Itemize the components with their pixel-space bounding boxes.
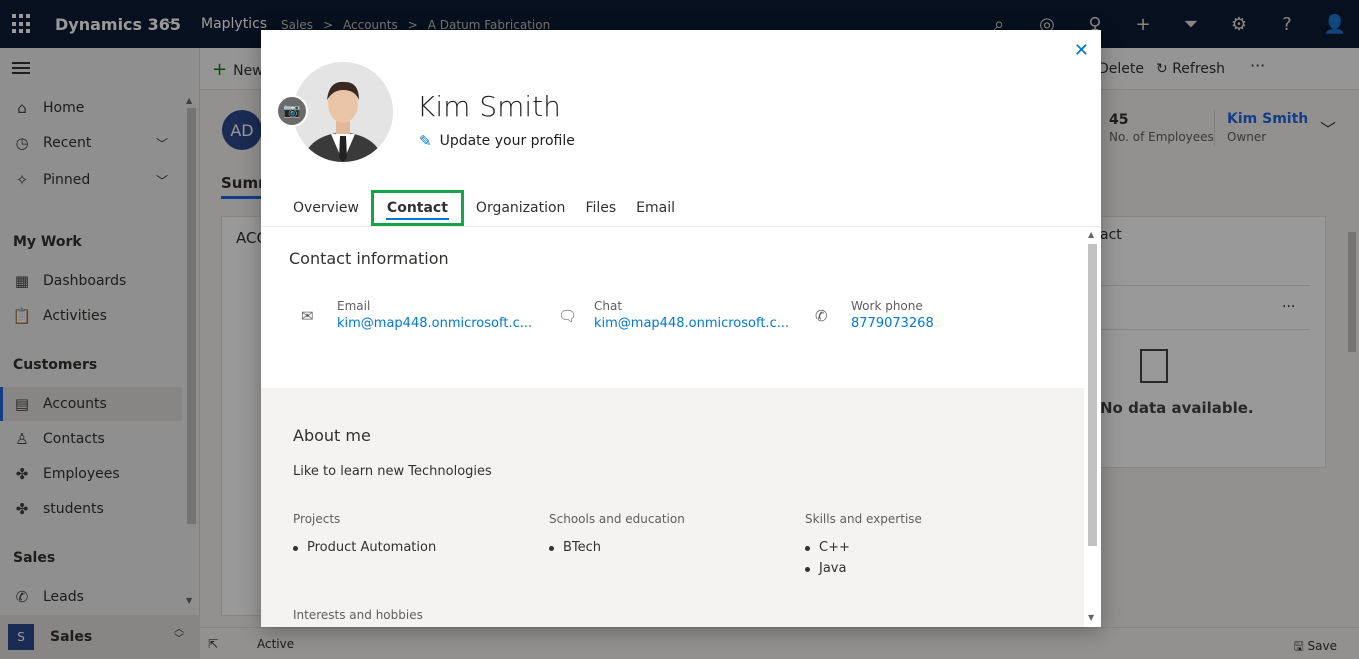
profile-dialog: ✕ 📷 Kim Smith ✎ Update your profile Over… — [261, 30, 1101, 627]
list-item: C++ — [805, 540, 922, 555]
chat-label: Chat — [594, 299, 623, 313]
tab-files[interactable]: Files — [577, 190, 624, 226]
profile-tabs: Overview Contact Organization Files Emai… — [285, 190, 687, 226]
about-me-section: About me Like to learn new Technologies … — [261, 388, 1084, 627]
close-icon[interactable]: ✕ — [1074, 40, 1089, 61]
email-link[interactable]: kim@map448.onmicrosoft.c... — [337, 316, 532, 331]
tab-overview[interactable]: Overview — [285, 190, 367, 226]
contact-information-section: Contact information ✉ Email kim@map448.o… — [261, 227, 1084, 388]
skills-column: Skills and expertise C++ Java — [805, 512, 922, 582]
work-phone-link[interactable]: 8779073268 — [851, 316, 934, 331]
chat-icon: 🗨 — [558, 307, 578, 325]
dialog-scrollbar[interactable]: ▲ ▼ — [1084, 227, 1101, 627]
work-phone-label: Work phone — [851, 299, 923, 313]
list-item: BTech — [549, 540, 685, 555]
tab-organization[interactable]: Organization — [468, 190, 574, 226]
update-profile-label: Update your profile — [439, 133, 575, 149]
list-item: Java — [805, 561, 922, 576]
scroll-up-icon[interactable]: ▲ — [1088, 230, 1094, 239]
pencil-icon: ✎ — [419, 132, 432, 150]
scroll-down-icon[interactable]: ▼ — [1088, 613, 1094, 622]
phone-icon: ✆ — [815, 307, 828, 325]
projects-label: Projects — [293, 512, 341, 526]
scrollbar-thumb[interactable] — [1088, 244, 1097, 546]
email-label: Email — [337, 299, 371, 313]
profile-photo — [293, 62, 393, 162]
profile-name: Kim Smith — [417, 90, 561, 123]
update-profile-link[interactable]: ✎ Update your profile — [419, 132, 575, 150]
tab-email[interactable]: Email — [628, 190, 683, 226]
chat-link[interactable]: kim@map448.onmicrosoft.c... — [594, 316, 789, 331]
section-heading: About me — [293, 426, 371, 445]
skills-label: Skills and expertise — [805, 512, 922, 526]
mail-icon: ✉ — [301, 307, 314, 325]
about-me-text: Like to learn new Technologies — [293, 464, 492, 479]
schools-column: Schools and education BTech — [549, 512, 685, 561]
dialog-content: Contact information ✉ Email kim@map448.o… — [261, 227, 1084, 627]
person-photo-icon — [293, 62, 393, 162]
schools-label: Schools and education — [549, 512, 685, 526]
interests-label: Interests and hobbies — [293, 608, 423, 622]
camera-icon[interactable]: 📷 — [276, 95, 308, 127]
tab-contact[interactable]: Contact — [370, 190, 464, 226]
projects-column: Projects Product Automation — [293, 512, 436, 561]
list-item: Product Automation — [293, 540, 436, 555]
section-heading: Contact information — [289, 249, 449, 268]
